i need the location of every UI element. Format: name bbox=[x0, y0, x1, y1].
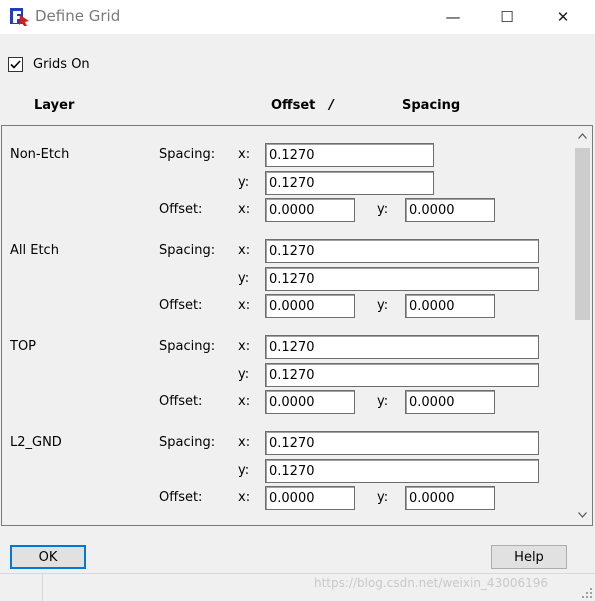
minimize-button[interactable]: — bbox=[430, 0, 476, 34]
layer-grid-panel: Non-Etch Spacing: x: y: Offset: x: y: Al… bbox=[1, 125, 593, 526]
column-header-layer: Layer bbox=[34, 98, 75, 113]
spacing-x-label: x: bbox=[238, 243, 251, 258]
offset-x-label: x: bbox=[238, 490, 251, 505]
spacing-y-field[interactable] bbox=[265, 267, 539, 291]
offset-x-label: x: bbox=[238, 298, 251, 313]
watermark-text: https://blog.csdn.net/weixin_43006196 bbox=[314, 576, 549, 590]
resize-grip-icon[interactable] bbox=[581, 587, 593, 599]
scrollbar-thumb[interactable] bbox=[575, 148, 590, 320]
spacing-x-field[interactable] bbox=[265, 143, 434, 167]
offset-y-field[interactable] bbox=[405, 486, 495, 510]
offset-x-field[interactable] bbox=[265, 294, 355, 318]
offset-y-label: y: bbox=[377, 202, 389, 217]
spacing-y-field[interactable] bbox=[265, 363, 539, 387]
layer-group-non-etch: Non-Etch Spacing: x: y: Offset: x: y: bbox=[2, 126, 572, 222]
offset-y-label: y: bbox=[377, 490, 389, 505]
layer-group-all-etch: All Etch Spacing: x: y: Offset: x: y: bbox=[2, 222, 572, 318]
offset-x-label: x: bbox=[238, 394, 251, 409]
grids-on-checkbox[interactable] bbox=[8, 56, 23, 72]
offset-y-field[interactable] bbox=[405, 198, 495, 222]
scroll-down-arrow-icon bbox=[578, 512, 587, 518]
spacing-x-field[interactable] bbox=[265, 431, 539, 455]
offset-x-label: x: bbox=[238, 202, 251, 217]
spacing-y-label: y: bbox=[238, 271, 250, 286]
spacing-label: Spacing: bbox=[159, 147, 216, 162]
offset-x-field[interactable] bbox=[265, 198, 355, 222]
minimize-icon: — bbox=[445, 8, 461, 26]
layer-name: All Etch bbox=[10, 243, 59, 258]
spacing-x-field[interactable] bbox=[265, 239, 539, 263]
scroll-up-button[interactable] bbox=[573, 126, 592, 146]
vertical-scrollbar[interactable] bbox=[573, 126, 592, 525]
offset-y-label: y: bbox=[377, 298, 389, 313]
offset-label: Offset: bbox=[159, 202, 203, 217]
status-bar: https://blog.csdn.net/weixin_43006196 bbox=[0, 573, 595, 601]
status-divider bbox=[42, 574, 43, 601]
column-header-offset: Offset bbox=[271, 98, 316, 113]
help-button[interactable]: Help bbox=[491, 545, 567, 569]
column-header-spacing: Spacing bbox=[402, 98, 461, 113]
offset-label: Offset: bbox=[159, 394, 203, 409]
close-button[interactable]: ✕ bbox=[540, 0, 586, 34]
grids-on-checkbox-row[interactable]: Grids On bbox=[8, 55, 90, 73]
ok-button[interactable]: OK bbox=[10, 545, 86, 569]
title-bar: Define Grid — ☐ ✕ bbox=[0, 0, 595, 34]
offset-y-field[interactable] bbox=[405, 294, 495, 318]
window-title: Define Grid bbox=[35, 7, 121, 25]
checkmark-icon bbox=[10, 59, 21, 69]
spacing-y-label: y: bbox=[238, 367, 250, 382]
spacing-y-field[interactable] bbox=[265, 171, 434, 195]
offset-label: Offset: bbox=[159, 298, 203, 313]
offset-x-field[interactable] bbox=[265, 486, 355, 510]
layer-name: L2_GND bbox=[10, 435, 62, 450]
layer-group-l2-gnd: L2_GND Spacing: x: y: Offset: x: y: bbox=[2, 414, 572, 510]
maximize-button[interactable]: ☐ bbox=[484, 0, 530, 34]
app-logo-icon bbox=[10, 8, 29, 26]
offset-label: Offset: bbox=[159, 490, 203, 505]
offset-x-field[interactable] bbox=[265, 390, 355, 414]
spacing-y-label: y: bbox=[238, 463, 250, 478]
spacing-x-field[interactable] bbox=[265, 335, 539, 359]
spacing-y-field[interactable] bbox=[265, 459, 539, 483]
scroll-up-arrow-icon bbox=[578, 133, 587, 139]
layer-group-top: TOP Spacing: x: y: Offset: x: y: bbox=[2, 318, 572, 414]
layer-name: TOP bbox=[10, 339, 37, 354]
layer-name: Non-Etch bbox=[10, 147, 70, 162]
scroll-down-button[interactable] bbox=[573, 505, 592, 525]
grids-on-label: Grids On bbox=[33, 56, 90, 72]
spacing-label: Spacing: bbox=[159, 339, 216, 354]
maximize-icon: ☐ bbox=[500, 8, 514, 26]
column-header-slash: / bbox=[329, 98, 334, 113]
spacing-label: Spacing: bbox=[159, 435, 216, 450]
spacing-x-label: x: bbox=[238, 147, 251, 162]
offset-y-field[interactable] bbox=[405, 390, 495, 414]
offset-y-label: y: bbox=[377, 394, 389, 409]
spacing-label: Spacing: bbox=[159, 243, 216, 258]
spacing-y-label: y: bbox=[238, 175, 250, 190]
spacing-x-label: x: bbox=[238, 435, 251, 450]
spacing-x-label: x: bbox=[238, 339, 251, 354]
close-icon: ✕ bbox=[556, 8, 570, 26]
